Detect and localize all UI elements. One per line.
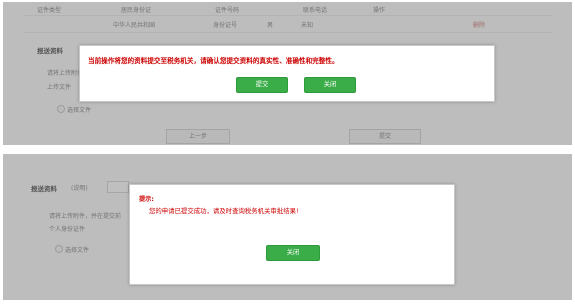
confirm-screenshot: 证件类型 居民身份证 证件号码 联系电话 操作 中华人民共和国 身份证号 男 未… xyxy=(3,2,572,145)
confirm-message: 当前操作将您的资料提交至税务机关，请确认您提交资料的真实性、准确性和完整性。 xyxy=(88,57,339,65)
close-button[interactable]: 关闭 xyxy=(266,245,320,261)
close-button[interactable]: 关闭 xyxy=(304,77,356,93)
confirm-dialog: 当前操作将您的资料提交至税务机关，请确认您提交资料的真实性、准确性和完整性。 提… xyxy=(79,45,495,102)
success-dialog: 提示: 您的申请已提交成功，请及时查询税务机关审批结果! 关闭 xyxy=(129,184,455,285)
success-message: 您的申请已提交成功，请及时查询税务机关审批结果! xyxy=(149,207,299,215)
success-title: 提示: xyxy=(139,196,154,203)
success-screenshot: 报送资料 (说明) 请将上传附件，并在提交前 个人身份证件 选择文件 提示: 您… xyxy=(3,154,572,300)
submit-button[interactable]: 提交 xyxy=(236,77,288,93)
